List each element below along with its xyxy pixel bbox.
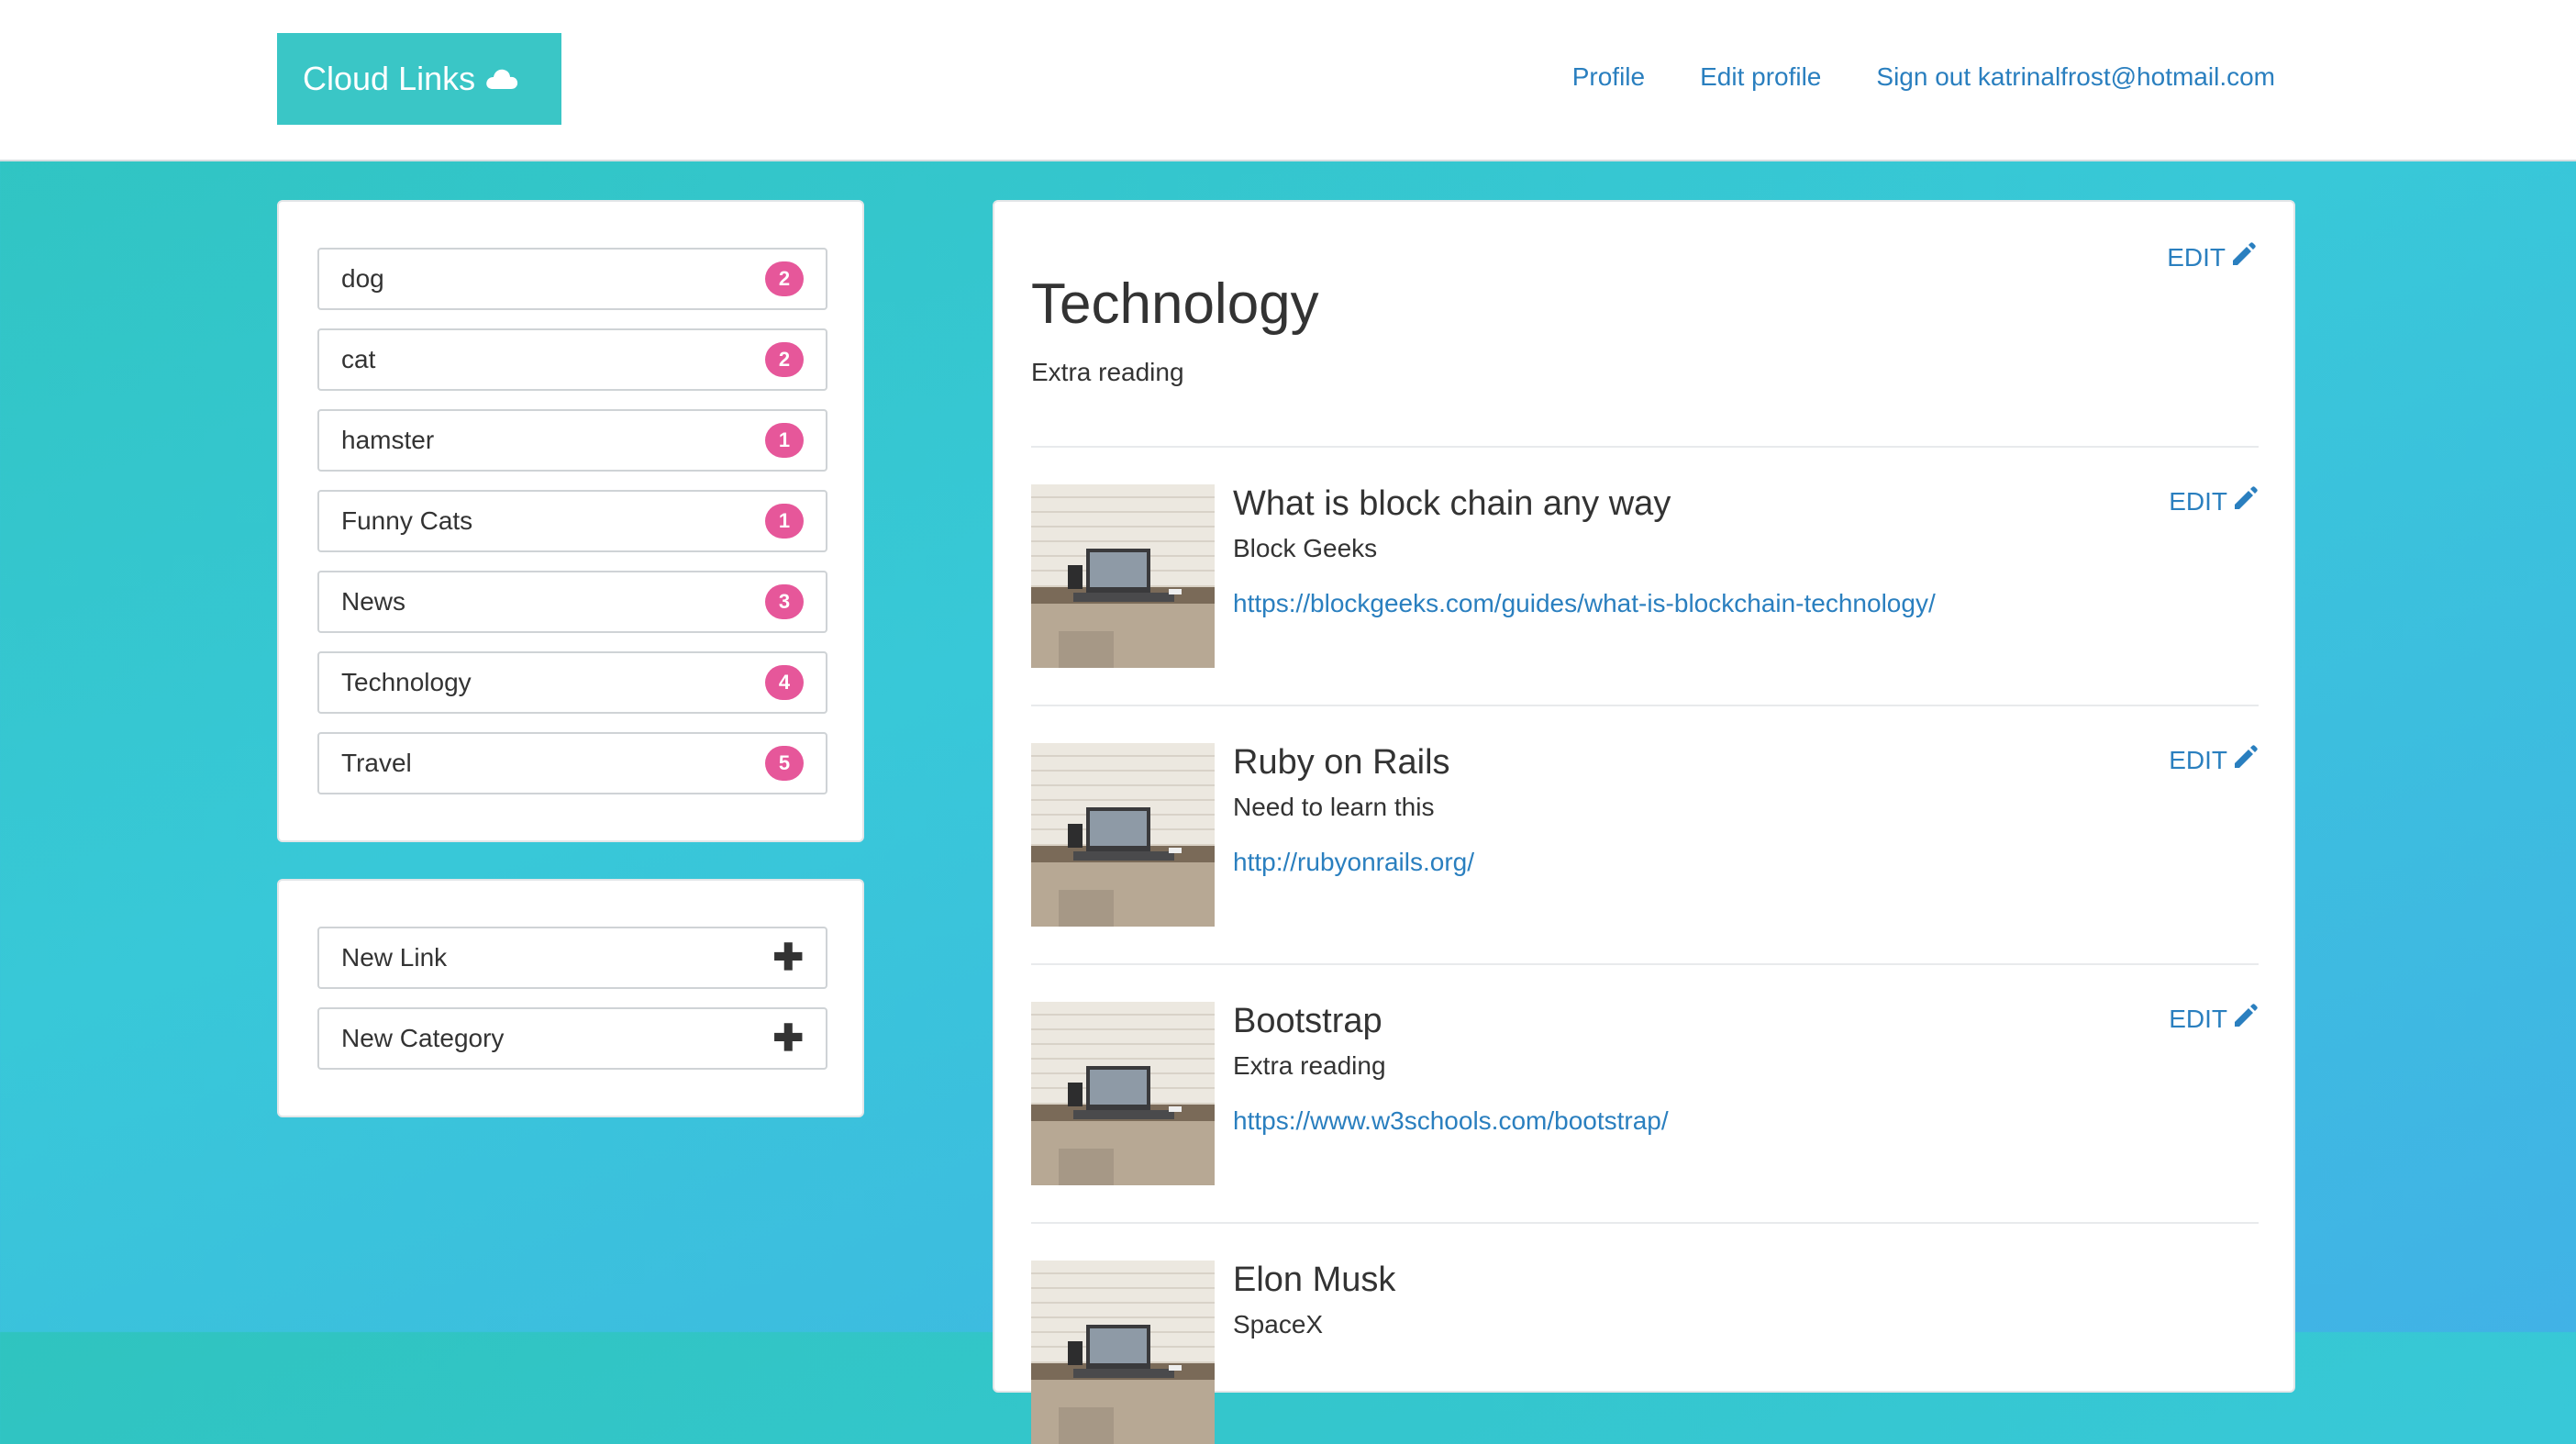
count-badge: 3 xyxy=(765,584,804,619)
actions-panel: New Link ✚ New Category ✚ xyxy=(277,879,864,1117)
divider xyxy=(1031,1222,2259,1224)
link-thumbnail xyxy=(1031,1002,1215,1185)
count-badge: 2 xyxy=(765,261,804,296)
link-url[interactable]: http://rubyonrails.org/ xyxy=(1233,848,1474,877)
top-navbar: Cloud Links Profile Edit profile Sign ou… xyxy=(0,0,2576,161)
link-thumbnail xyxy=(1031,743,1215,927)
edit-link-button[interactable]: EDIT xyxy=(2169,484,2259,518)
link-item: Elon Musk SpaceX xyxy=(1031,1261,2259,1444)
category-item-news[interactable]: News 3 xyxy=(317,571,827,633)
link-subtitle: Extra reading xyxy=(1233,1051,1386,1080)
pencil-icon xyxy=(2231,743,2259,777)
plus-icon: ✚ xyxy=(772,1018,804,1059)
divider xyxy=(1031,446,2259,448)
link-thumbnail xyxy=(1031,484,1215,668)
link-item: Bootstrap Extra reading https://www.w3sc… xyxy=(1031,1002,2259,1185)
category-description: Extra reading xyxy=(1031,358,1184,386)
link-thumbnail xyxy=(1031,1261,1215,1444)
new-category-button[interactable]: New Category ✚ xyxy=(317,1007,827,1070)
category-item-hamster[interactable]: hamster 1 xyxy=(317,409,827,472)
link-subtitle: Block Geeks xyxy=(1233,534,1378,562)
categories-panel: dog 2 cat 2 hamster 1 Funny Cats 1 News … xyxy=(277,200,864,842)
category-item-funny-cats[interactable]: Funny Cats 1 xyxy=(317,490,827,552)
category-item-travel[interactable]: Travel 5 xyxy=(317,732,827,794)
link-subtitle: SpaceX xyxy=(1233,1310,1324,1338)
category-item-cat[interactable]: cat 2 xyxy=(317,328,827,391)
count-badge: 4 xyxy=(765,665,804,700)
link-title: Ruby on Rails xyxy=(1233,743,1450,782)
pencil-icon xyxy=(2231,1002,2259,1036)
new-link-button[interactable]: New Link ✚ xyxy=(317,927,827,989)
link-title: What is block chain any way xyxy=(1233,484,1671,523)
edit-label: EDIT xyxy=(2167,242,2226,272)
link-title: Elon Musk xyxy=(1233,1261,1396,1299)
new-link-label: New Link xyxy=(341,943,448,972)
category-item-dog[interactable]: dog 2 xyxy=(317,248,827,310)
new-category-label: New Category xyxy=(341,1024,505,1052)
link-item: Ruby on Rails Need to learn this http://… xyxy=(1031,743,2259,927)
count-badge: 1 xyxy=(765,423,804,458)
link-subtitle: Need to learn this xyxy=(1233,793,1435,821)
link-url[interactable]: https://www.w3schools.com/bootstrap/ xyxy=(1233,1106,1669,1136)
brand-text: Cloud Links xyxy=(303,60,476,97)
nav-profile-link[interactable]: Profile xyxy=(1572,62,1645,92)
category-label: Travel xyxy=(341,749,412,777)
edit-label: EDIT xyxy=(2169,745,2227,774)
edit-label: EDIT xyxy=(2169,1004,2227,1033)
link-url[interactable]: https://blockgeeks.com/guides/what-is-bl… xyxy=(1233,589,1936,618)
count-badge: 5 xyxy=(765,746,804,781)
cloud-icon xyxy=(484,67,519,91)
category-item-technology[interactable]: Technology 4 xyxy=(317,651,827,714)
user-nav: Profile Edit profile Sign out katrinalfr… xyxy=(1572,62,2275,92)
category-detail-panel: EDIT Technology Extra reading What is bl… xyxy=(993,200,2295,1444)
link-title: Bootstrap xyxy=(1233,1002,1382,1040)
category-label: Funny Cats xyxy=(341,506,473,535)
category-label: cat xyxy=(341,345,376,373)
brand-logo[interactable]: Cloud Links xyxy=(277,33,561,125)
pencil-icon xyxy=(2229,240,2257,274)
edit-link-button[interactable]: EDIT xyxy=(2169,743,2259,777)
category-label: hamster xyxy=(341,426,435,454)
count-badge: 1 xyxy=(765,504,804,539)
nav-edit-profile-link[interactable]: Edit profile xyxy=(1700,62,1821,92)
plus-icon: ✚ xyxy=(772,938,804,978)
category-label: dog xyxy=(341,264,384,293)
pencil-icon xyxy=(2231,484,2259,518)
nav-sign-out-link[interactable]: Sign out katrinalfrost@hotmail.com xyxy=(1876,62,2275,92)
count-badge: 2 xyxy=(765,342,804,377)
link-item: What is block chain any way Block Geeks … xyxy=(1031,484,2259,668)
edit-label: EDIT xyxy=(2169,486,2227,516)
edit-category-button[interactable]: EDIT xyxy=(2167,240,2257,274)
divider xyxy=(1031,963,2259,965)
category-label: News xyxy=(341,587,406,616)
edit-link-button[interactable]: EDIT xyxy=(2169,1002,2259,1036)
page-title: Technology xyxy=(1031,272,1319,336)
category-label: Technology xyxy=(341,668,472,696)
divider xyxy=(1031,705,2259,706)
